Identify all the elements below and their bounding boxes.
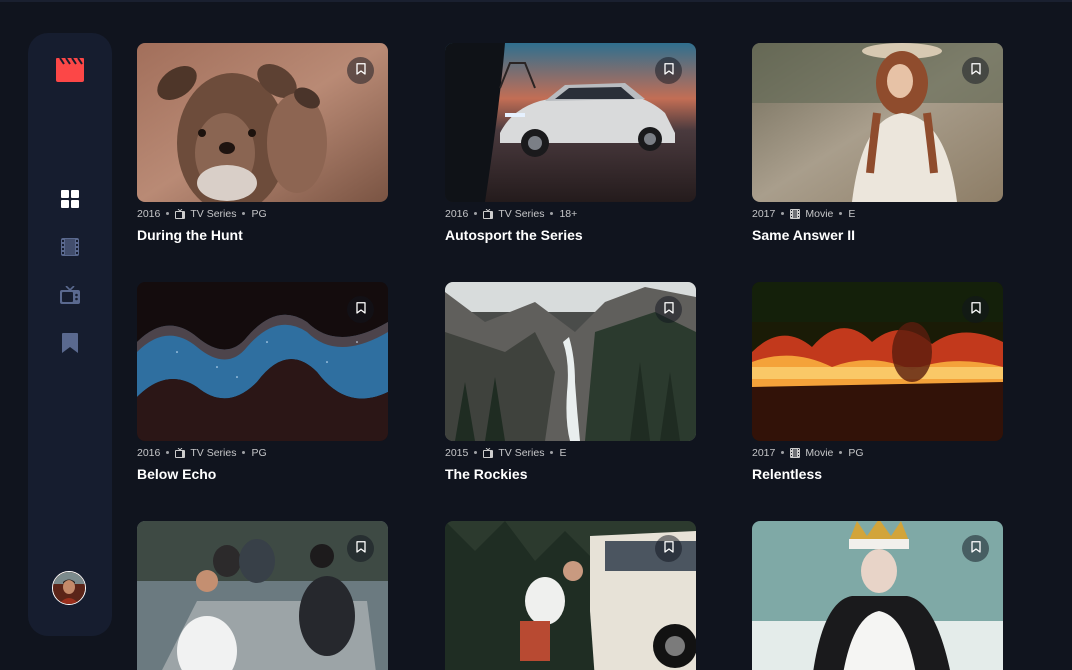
separator-dot [166,212,170,215]
separator-dot [474,451,478,454]
bookmark-button[interactable] [962,57,989,84]
bookmark-empty-icon [663,540,674,558]
film-icon [790,208,801,219]
bookmark-button[interactable] [655,535,682,562]
tv-icon [483,208,494,219]
bookmark-empty-icon [355,62,366,80]
app-root: 2016 TV Series PG During the Hunt 2016 T… [0,0,1072,670]
card-meta: 2017 Movie E [752,207,1003,220]
thumbnail-queen[interactable] [752,521,1003,670]
media-card[interactable]: 2016 TV Series PG During the Hunt [137,43,388,243]
bookmark-button[interactable] [347,57,374,84]
media-card[interactable] [752,521,1003,670]
thumbnail-woman-field[interactable] [752,43,1003,202]
separator-dot [242,212,246,215]
thumbnail-deer[interactable] [137,43,388,202]
year: 2017 [752,207,776,220]
nav-tv-series[interactable] [60,284,80,309]
separator-dot [839,212,843,215]
film-icon [790,447,801,458]
nav-movies[interactable] [60,237,80,261]
category: TV Series [498,446,545,459]
rating: E [559,446,567,459]
bookmark-empty-icon [355,540,366,558]
bookmark-empty-icon [355,301,366,319]
category: Movie [805,446,834,459]
media-card[interactable]: 2015 TV Series E The Rockies [445,282,696,482]
top-edge [0,0,1072,2]
media-card[interactable]: 2017 Movie E Same Answer II [752,43,1003,243]
card-title[interactable]: The Rockies [445,466,696,482]
card-meta: 2016 TV Series PG [137,446,388,459]
category: TV Series [498,207,545,220]
card-title[interactable]: Below Echo [137,466,388,482]
card-title[interactable]: Same Answer II [752,227,1003,243]
separator-dot [474,212,478,215]
bookmark-button[interactable] [655,296,682,323]
bookmark-button[interactable] [655,57,682,84]
bookmark-empty-icon [970,540,981,558]
separator-dot [550,451,554,454]
card-meta: 2016 TV Series PG [137,207,388,220]
nav-home[interactable] [60,189,80,213]
thumbnail-jeep[interactable] [445,521,696,670]
bookmark-empty-icon [970,301,981,319]
bookmark-empty-icon [663,62,674,80]
rating: E [848,207,856,220]
card-title[interactable]: Autosport the Series [445,227,696,243]
thumbnail-waterfall[interactable] [445,282,696,441]
separator-dot [550,212,554,215]
bookmark-button[interactable] [347,296,374,323]
card-meta: 2015 TV Series E [445,446,696,459]
logo-icon[interactable] [56,57,84,82]
user-avatar[interactable] [52,571,86,605]
media-card[interactable]: 2016 TV Series PG Below Echo [137,282,388,482]
media-card[interactable]: 2016 TV Series 18+ Autosport the Series [445,43,696,243]
media-card[interactable] [445,521,696,670]
card-meta: 2017 Movie PG [752,446,1003,459]
rating: PG [848,446,864,459]
tv-icon [60,284,80,309]
separator-dot [781,212,785,215]
category: Movie [805,207,834,220]
bookmark-button[interactable] [347,535,374,562]
media-card[interactable]: 2017 Movie PG Relentless [752,282,1003,482]
grid-icon [61,189,79,213]
rating: PG [251,207,267,220]
thumbnail-fire[interactable] [752,282,1003,441]
year: 2016 [445,207,469,220]
year: 2016 [137,446,161,459]
separator-dot [166,451,170,454]
category: TV Series [190,207,237,220]
rating: PG [251,446,267,459]
year: 2015 [445,446,469,459]
thumbnail-card-players[interactable] [137,521,388,670]
rating: 18+ [559,207,578,220]
year: 2016 [137,207,161,220]
media-card[interactable] [137,521,388,670]
bookmark-icon [62,332,78,358]
separator-dot [781,451,785,454]
tv-icon [175,208,186,219]
bookmark-empty-icon [970,62,981,80]
category: TV Series [190,446,237,459]
card-meta: 2016 TV Series 18+ [445,207,696,220]
thumbnail-canyon-stars[interactable] [137,282,388,441]
tv-icon [483,447,494,458]
bookmark-empty-icon [663,301,674,319]
separator-dot [242,451,246,454]
card-title[interactable]: Relentless [752,466,1003,482]
bookmark-button[interactable] [962,296,989,323]
nav-bookmarks[interactable] [60,332,80,358]
tv-icon [175,447,186,458]
year: 2017 [752,446,776,459]
bookmark-button[interactable] [962,535,989,562]
sidebar [28,33,112,636]
film-icon [61,237,79,261]
card-title[interactable]: During the Hunt [137,227,388,243]
separator-dot [839,451,843,454]
thumbnail-car[interactable] [445,43,696,202]
